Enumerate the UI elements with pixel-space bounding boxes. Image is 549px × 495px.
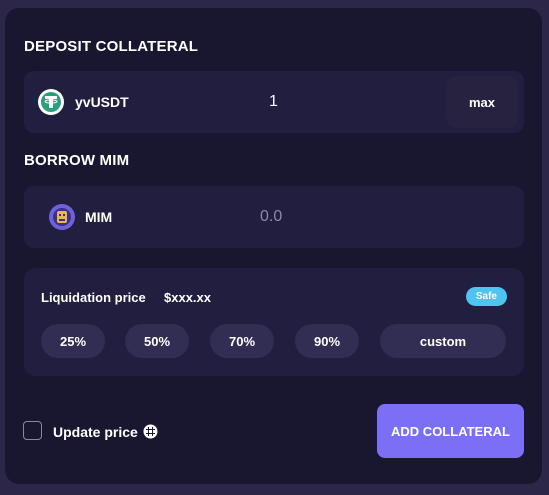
deposit-row: yvUSDT 1 max [24, 71, 524, 133]
tether-usdt-icon [38, 89, 64, 115]
borrow-title: BORROW MIM [24, 152, 130, 169]
borrow-amount-input[interactable]: 0.0 [260, 208, 282, 226]
mim-icon [49, 204, 75, 230]
update-price-label: Update price [53, 424, 138, 440]
ltv-25-button[interactable]: 25% [41, 324, 105, 358]
ltv-custom-button[interactable]: custom [380, 324, 506, 358]
deposit-title: DEPOSIT COLLATERAL [24, 38, 199, 55]
liquidation-price-value: $xxx.xx [164, 290, 211, 305]
add-collateral-button[interactable]: ADD COLLATERAL [377, 404, 524, 458]
ltv-50-button[interactable]: 50% [125, 324, 189, 358]
info-icon[interactable] [143, 424, 158, 439]
deposit-amount-input[interactable]: 1 [269, 93, 278, 111]
update-price-checkbox[interactable] [23, 421, 42, 440]
liquidation-box: Liquidation price $xxx.xx Safe 25% 50% 7… [24, 268, 524, 376]
liquidation-price-label: Liquidation price [41, 290, 146, 305]
ltv-90-button[interactable]: 90% [295, 324, 359, 358]
borrow-token-name: MIM [85, 209, 113, 225]
borrow-row: MIM 0.0 [24, 186, 524, 248]
status-badge: Safe [465, 287, 507, 306]
max-button[interactable]: max [446, 76, 518, 128]
deposit-token-name: yvUSDT [75, 94, 129, 110]
ltv-70-button[interactable]: 70% [210, 324, 274, 358]
